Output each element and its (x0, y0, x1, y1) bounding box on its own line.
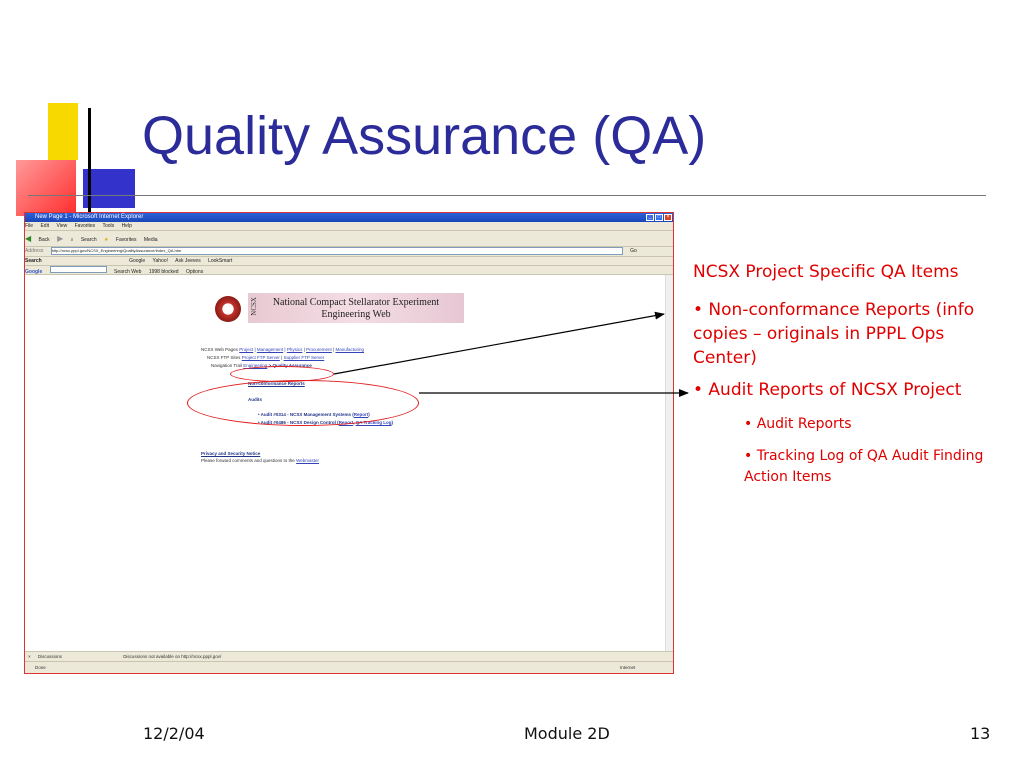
footer-date: 12/2/04 (143, 724, 205, 743)
qa-subitem-audit-reports: • Audit Reports (744, 416, 852, 432)
qa-items-heading: NCSX Project Specific QA Items (693, 262, 959, 282)
arrow-nonconformance (333, 311, 665, 375)
qa-item-nonconformance: • Non-conformance Reports (info copies –… (693, 300, 975, 368)
qa-subitem-tracking-log: • Tracking Log of QA Audit Finding Actio… (744, 448, 984, 485)
footer-module: Module 2D (524, 724, 610, 743)
qa-item-audit-reports: • Audit Reports of NCSX Project (693, 380, 962, 400)
footer-page-number: 13 (970, 724, 991, 743)
